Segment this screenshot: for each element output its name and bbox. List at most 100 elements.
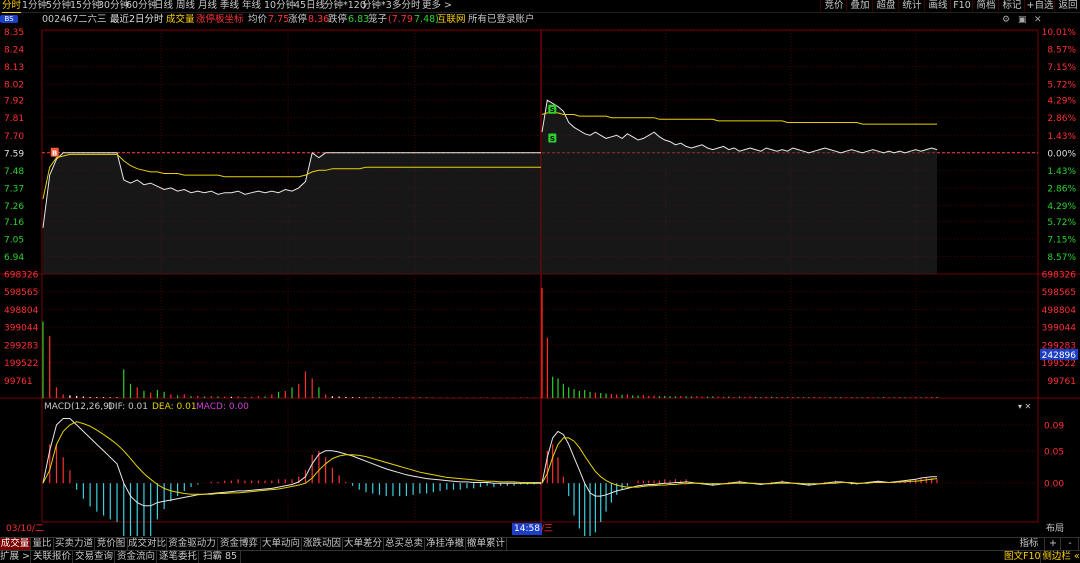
- macd-header-label: DIF: 0.01: [108, 402, 148, 412]
- price-axis-label: 7.59: [4, 149, 24, 159]
- macd-axis-label: 0.05: [1044, 447, 1064, 457]
- indicator-tab[interactable]: 资金博弈: [218, 538, 261, 550]
- sector-label[interactable]: 互联网: [437, 13, 466, 27]
- indicator-tab[interactable]: 资金驱动力: [167, 538, 218, 550]
- period-tab[interactable]: 15分钟: [70, 0, 101, 12]
- price-axis-label: 8.13: [4, 63, 24, 73]
- extension-tab[interactable]: 扩展 >: [0, 551, 31, 563]
- price-axis-label: 7.37: [4, 184, 24, 194]
- extension-tab[interactable]: 资金流向: [116, 551, 157, 563]
- price-area: [542, 100, 937, 274]
- indicator-tab[interactable]: 总买总卖: [384, 538, 425, 550]
- avg-price-line: [541, 112, 937, 125]
- cage-value-low: 7.48): [414, 14, 439, 25]
- price-axis-label: 8.35: [4, 28, 24, 38]
- pct-axis-label: 8.57%: [1047, 253, 1076, 263]
- period-tab[interactable]: 月线: [198, 0, 217, 12]
- limit-coord-label[interactable]: 涨停板坐标: [196, 13, 244, 27]
- panel-frame: [41, 29, 1039, 523]
- macd-collapse-icon[interactable]: ▾ ✕: [1018, 402, 1031, 411]
- indicator-tab[interactable]: 撤单累计: [466, 538, 507, 550]
- period-tab[interactable]: 5分钟: [46, 0, 71, 12]
- indicator-control-button[interactable]: 指标: [1014, 538, 1045, 550]
- toolbar-button[interactable]: 竞价: [820, 0, 847, 12]
- pct-axis-label: 4.29%: [1047, 97, 1076, 107]
- period-tab[interactable]: 30分钟: [98, 0, 129, 12]
- settings-icon[interactable]: ⚙: [1002, 15, 1010, 25]
- volume-label[interactable]: 成交量: [166, 13, 195, 27]
- indicator-tab[interactable]: 成交对比: [128, 538, 167, 550]
- price-axis-label: 7.81: [4, 114, 24, 124]
- current-volume-label: 242896: [1042, 351, 1077, 361]
- toolbar-button[interactable]: +自选: [1024, 0, 1055, 12]
- price-axis-label: 7.05: [4, 235, 24, 245]
- pct-axis-label: 4.29%: [1047, 202, 1076, 212]
- toolbar-button[interactable]: 画线: [924, 0, 951, 12]
- day2-date-label: /三: [541, 524, 554, 534]
- macd-dea-line: [541, 437, 938, 488]
- period-tab[interactable]: 周线: [176, 0, 195, 12]
- pct-axis-label: 2.86%: [1047, 184, 1076, 194]
- indicator-tab[interactable]: 竞价图: [95, 538, 128, 550]
- price-axis-label: 8.24: [4, 46, 24, 56]
- indicator-tab[interactable]: 大单动向: [261, 538, 302, 550]
- period-tab[interactable]: 日线: [154, 0, 173, 12]
- price-axis-label: 6.94: [4, 253, 24, 263]
- account-label[interactable]: 所有已登录账户: [468, 13, 535, 27]
- period-tab[interactable]: 45日线: [294, 0, 325, 12]
- toolbar-button[interactable]: 标记: [998, 0, 1025, 12]
- indicator-control-button[interactable]: -: [1062, 538, 1079, 550]
- period-tab[interactable]: 分钟*120: [324, 0, 366, 12]
- price-axis-label: 7.26: [4, 202, 24, 212]
- chart-area[interactable]: 8.35 10.01% 8.24 8.57% 8.13 7.15% 8.02 5.72% 7.9…: [0, 26, 1080, 536]
- indicator-tab[interactable]: 涨跌动因: [302, 538, 343, 550]
- pct-axis-label: 1.43%: [1047, 132, 1076, 142]
- volume-axis-label: 598565: [4, 288, 38, 298]
- indicator-tab[interactable]: 净挂净撤: [425, 538, 466, 550]
- period-tab[interactable]: 分时: [2, 0, 22, 13]
- period-tab[interactable]: 更多 >: [422, 0, 452, 12]
- period-tab[interactable]: 多分时: [392, 0, 421, 12]
- period-tab[interactable]: 10分钟: [264, 0, 295, 12]
- f10-button[interactable]: 图文F10: [1004, 551, 1041, 563]
- extension-tab[interactable]: 交易查询: [74, 551, 115, 563]
- cage-label: 笼子: [368, 14, 388, 25]
- extension-tabs: 扩展 > 关联报价 交易查询 资金流向 逐笔委托 扫霸 85 图文F10 侧边栏 «: [0, 550, 1080, 563]
- pct-axis-label: 7.15%: [1047, 63, 1076, 73]
- avg-label: 均价: [248, 14, 268, 25]
- extension-tab[interactable]: 逐笔委托: [158, 551, 199, 563]
- volume-axis-label-right: 598565: [1042, 288, 1076, 298]
- extension-tab[interactable]: 扫霸 85: [200, 551, 241, 563]
- toolbar-button[interactable]: F10: [950, 0, 973, 12]
- sidebar-toggle[interactable]: 侧边栏 «: [1042, 551, 1080, 563]
- volume-axis-label: 299283: [4, 341, 38, 351]
- toolbar-button[interactable]: 统计: [898, 0, 925, 12]
- period-tab[interactable]: 分钟*3: [362, 0, 392, 12]
- up-limit-value: 8.36: [308, 14, 330, 25]
- trade-mark-label: S: [550, 135, 555, 143]
- macd-header-label: MACD(12,26,9): [44, 402, 112, 412]
- layout-label[interactable]: 布局: [1046, 523, 1064, 535]
- volume-axis-label: 698326: [4, 271, 39, 281]
- toolbar-button[interactable]: 返回: [1054, 0, 1080, 12]
- restore-icon[interactable]: ▣: [1018, 15, 1027, 25]
- period-tab[interactable]: 年线: [242, 0, 261, 12]
- volume-axis-label: 199522: [4, 359, 38, 369]
- indicator-tab[interactable]: 大单差分: [343, 538, 384, 550]
- toolbar-button[interactable]: 简档: [972, 0, 999, 12]
- period-tab[interactable]: 60分钟: [126, 0, 157, 12]
- indicator-tab[interactable]: 成交量: [0, 538, 31, 550]
- indicator-tab[interactable]: 买卖力道: [54, 538, 95, 550]
- indicator-tab[interactable]: 量比: [31, 538, 54, 550]
- extension-tab[interactable]: 关联报价: [32, 551, 73, 563]
- period-tab[interactable]: 季线: [220, 0, 239, 12]
- macd-panel: [42, 418, 938, 536]
- toolbar-button[interactable]: 叠加: [846, 0, 873, 12]
- indicator-control-button[interactable]: +: [1046, 538, 1061, 550]
- toolbar-button[interactable]: 超盘: [872, 0, 899, 12]
- close-icon[interactable]: ✕: [1034, 15, 1042, 25]
- chart-grid: [0, 29, 1080, 523]
- period-tab[interactable]: 1分钟: [22, 0, 47, 12]
- pct-axis-label: 0.00%: [1047, 149, 1076, 159]
- volume-axis-label-right: 399044: [1042, 324, 1077, 334]
